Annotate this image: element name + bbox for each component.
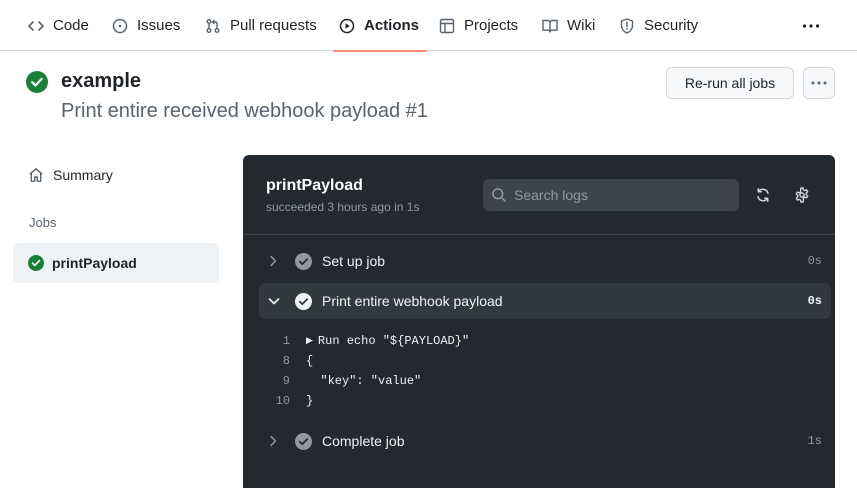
line-number: 1 <box>282 334 290 348</box>
log-text: "key": "value" <box>306 374 422 388</box>
step-print-entire-webhook-payload[interactable]: Print entire webhook payload 0s <box>259 283 831 319</box>
table-icon <box>439 18 455 33</box>
tab-actions[interactable]: Actions <box>332 0 428 52</box>
search-icon <box>492 188 506 202</box>
tab-projects[interactable]: Projects <box>439 0 518 51</box>
tab-actions-label: Actions <box>364 17 420 34</box>
run-menu-button[interactable] <box>803 67 835 99</box>
refresh-button[interactable] <box>752 184 774 206</box>
issue-opened-icon <box>112 18 128 33</box>
job-status: succeeded 3 hours ago in 1s <box>266 200 420 214</box>
log-line: 8 { <box>243 351 313 371</box>
home-icon <box>29 168 43 182</box>
run-title: Print entire received webhook payload #1 <box>61 100 428 122</box>
repo-nav: Code Issues Pull requests Actions Projec… <box>0 0 857 52</box>
code-icon <box>28 20 44 31</box>
tab-security[interactable]: Security <box>619 0 698 51</box>
sidebar-summary-label: Summary <box>53 167 113 183</box>
log-settings-button[interactable] <box>791 184 813 206</box>
tab-pull-requests[interactable]: Pull requests <box>205 0 317 51</box>
sidebar-jobs-heading: Jobs <box>29 215 57 230</box>
tab-security-label: Security <box>644 17 699 34</box>
kebab-horizontal-icon <box>802 24 820 28</box>
step-duration: 0s <box>807 254 822 268</box>
line-number: 8 <box>282 354 290 368</box>
log-line: 10 } <box>243 391 314 411</box>
job-log-panel: printPayload succeeded 3 hours ago in 1s… <box>243 155 835 488</box>
step-duration: 0s <box>807 294 822 308</box>
log-text: } <box>306 394 314 408</box>
log-header: printPayload succeeded 3 hours ago in 1s <box>243 155 835 235</box>
workflow-name: example <box>61 70 142 92</box>
line-number: 9 <box>282 374 290 388</box>
rerun-all-jobs-button[interactable]: Re-run all jobs <box>666 67 794 99</box>
check-circle-fill-icon <box>295 432 312 450</box>
check-circle-fill-icon <box>295 292 312 310</box>
step-complete-job[interactable]: Complete job 1s <box>259 423 831 459</box>
log-line[interactable]: 1 ▶ Run echo "${PAYLOAD}" <box>243 331 469 351</box>
more-nav-button[interactable] <box>798 14 824 38</box>
play-icon <box>339 18 355 33</box>
search-logs-input[interactable] <box>514 187 734 203</box>
search-logs-box[interactable] <box>483 179 739 211</box>
step-name: Complete job <box>322 433 405 449</box>
shield-icon <box>620 17 634 34</box>
log-line: 9 "key": "value" <box>243 371 421 391</box>
check-circle-fill-icon <box>28 255 44 271</box>
tab-issues[interactable]: Issues <box>112 0 180 51</box>
sidebar-job-printpayload[interactable]: printPayload <box>13 243 219 283</box>
chevron-right-icon <box>268 255 282 267</box>
step-name: Print entire webhook payload <box>322 293 503 309</box>
tab-projects-label: Projects <box>464 17 519 34</box>
job-name: printPayload <box>266 177 363 194</box>
tab-code[interactable]: Code <box>28 0 89 51</box>
log-text: { <box>306 354 314 368</box>
step-duration: 1s <box>807 434 822 448</box>
step-name: Set up job <box>322 253 386 269</box>
tab-wiki-label: Wiki <box>567 17 596 34</box>
tab-code-label: Code <box>53 17 89 34</box>
step-set-up-job[interactable]: Set up job 0s <box>259 243 831 279</box>
tab-issues-label: Issues <box>137 17 181 34</box>
git-pull-request-icon <box>206 18 220 33</box>
chevron-down-icon <box>268 296 282 306</box>
log-text: Run echo "${PAYLOAD}" <box>317 334 470 348</box>
check-circle-fill-icon <box>26 71 48 93</box>
line-number: 10 <box>275 394 290 408</box>
sync-icon <box>757 188 769 202</box>
triangle-right-icon[interactable]: ▶ <box>306 336 313 346</box>
check-circle-fill-icon <box>295 252 312 270</box>
sidebar-item-summary[interactable]: Summary <box>28 163 113 187</box>
kebab-horizontal-icon <box>811 81 827 85</box>
sidebar-job-label: printPayload <box>52 255 137 271</box>
tab-pull-requests-label: Pull requests <box>230 17 317 34</box>
book-icon <box>542 19 558 33</box>
gear-icon <box>795 187 809 203</box>
tab-wiki[interactable]: Wiki <box>542 0 595 51</box>
chevron-right-icon <box>268 435 282 447</box>
